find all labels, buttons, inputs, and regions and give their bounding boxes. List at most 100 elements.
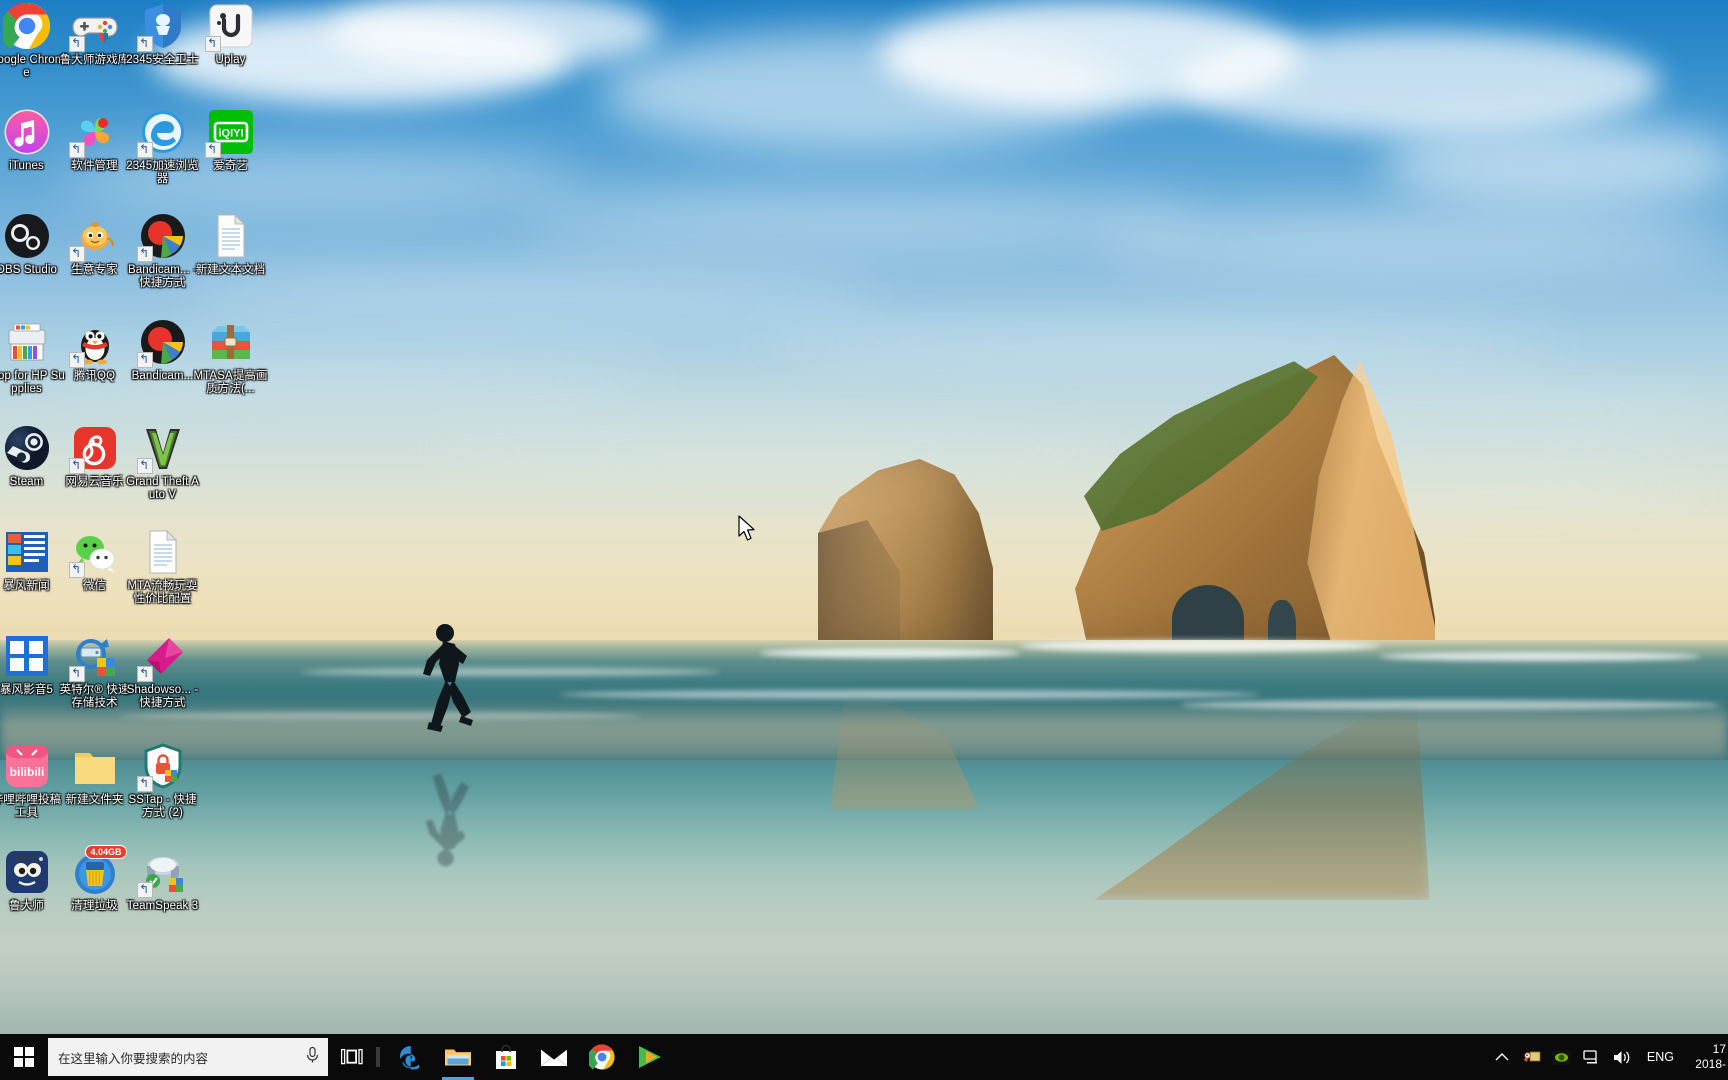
desktop-icon-label: 腾讯QQ (73, 370, 116, 382)
shadowsocks-icon (136, 632, 187, 682)
chrome-icon (589, 1044, 615, 1070)
desktop-icon[interactable]: 软件管理 (56, 108, 133, 173)
language-indicator[interactable]: ENG (1637, 1034, 1684, 1080)
desktop-icon-label: Uplay (215, 54, 246, 66)
task-view-button[interactable] (328, 1034, 376, 1080)
taskbar-file-explorer-button[interactable] (434, 1034, 482, 1080)
desktop-icon-label: 新建文本文档 (195, 264, 266, 276)
desktop-icon[interactable]: 英特尔® 快速存储技术 (56, 632, 133, 710)
desktop-icon-grid: Google Chrome 鲁大师游戏库 2345安全卫士 Uplay iTun… (0, 0, 300, 1020)
shortcut-overlay-icon (136, 142, 153, 158)
search-placeholder: 在这里输入你要搜索的内容 (58, 1051, 209, 1066)
desktop-icon[interactable]: 2345加速浏览器 (124, 108, 201, 186)
network-icon[interactable] (1577, 1034, 1607, 1080)
desktop-icon[interactable]: SSTap - 快捷方式 (2) (124, 742, 201, 820)
cloud (1380, 120, 1728, 205)
nvidia-icon[interactable] (1547, 1034, 1577, 1080)
taskbar-media-player-button[interactable] (626, 1034, 674, 1080)
wallpaper-runner (405, 620, 497, 742)
desktop-icon[interactable]: MTA流畅玩耍性价比配置 (124, 528, 201, 606)
taskbar-mail-button[interactable] (530, 1034, 578, 1080)
desktop-icon-label: 英特尔® 快速存储技术 (59, 684, 130, 709)
shortcut-overlay-icon (136, 666, 153, 682)
desktop-icon-label: 新建文件夹 (65, 794, 124, 806)
desktop-icon-label: Bandicam... - 快捷方式 (127, 264, 198, 289)
desktop-icon-label: Shadowso... - 快捷方式 (126, 684, 199, 709)
sstap-icon (136, 742, 187, 792)
volume-icon[interactable] (1607, 1034, 1637, 1080)
desktop-icon-label: 软件管理 (71, 160, 118, 172)
desktop-icon[interactable]: iQIYI 爱奇艺 (192, 108, 269, 173)
wechat-icon (68, 528, 119, 578)
bilibili-icon: bilibili (3, 742, 51, 790)
desktop-icon-label: 鲁大师游戏库 (59, 54, 130, 66)
shortcut-overlay-icon (136, 352, 153, 368)
desktop-icon-label: Grand Theft Auto V (126, 476, 199, 501)
desktop-icon-label: TeamSpeak 3 (126, 900, 199, 912)
clock-date: 2018- (1695, 1057, 1726, 1071)
desktop-icon[interactable]: Grand Theft Auto V (124, 424, 201, 502)
desktop-icon[interactable]: MTASA提高画质方法(... (192, 318, 269, 396)
desktop-icon[interactable]: TeamSpeak 3 (124, 848, 201, 913)
textfile-icon (139, 528, 187, 576)
steam-icon (3, 424, 51, 472)
shortcut-overlay-icon (136, 776, 153, 792)
desktop-icon-label: 生意专家 (71, 264, 118, 276)
edge-blue-icon (136, 108, 187, 158)
taskbar-edge-button[interactable] (386, 1034, 434, 1080)
desktop-icon-label: 2345安全卫士 (126, 54, 199, 66)
cloud (760, 320, 1560, 365)
show-hidden-icons-button[interactable] (1487, 1034, 1517, 1080)
surf-line (1020, 640, 1380, 652)
cloud (420, 430, 1120, 465)
surf-line (300, 668, 720, 676)
cleaner-icon: 4.04GB (71, 845, 127, 896)
desktop-icon[interactable]: Bandicam... - 快捷方式 (124, 212, 201, 290)
taskbar-chrome-button[interactable] (578, 1034, 626, 1080)
desktop-icon[interactable]: 新建文件夹 (56, 742, 133, 807)
system-tray: ENG 17 2018- (1487, 1034, 1728, 1080)
microphone-icon[interactable] (305, 1046, 320, 1069)
surf-line (760, 648, 1020, 658)
hp-printer-icon (3, 318, 51, 366)
shortcut-overlay-icon (68, 142, 85, 158)
baofeng-news-icon (3, 528, 51, 576)
desktop-icon[interactable]: 腾讯QQ (56, 318, 133, 383)
uplay-icon (204, 2, 255, 52)
desktop-icon[interactable]: 微信 (56, 528, 133, 593)
netease-music-icon (68, 424, 119, 474)
media-player-play-icon (639, 1046, 661, 1068)
desktop-icon[interactable]: Bandicam... (124, 318, 201, 383)
iqiyi-icon: iQIYI (204, 108, 255, 158)
clock-time: 17 (1712, 1042, 1726, 1056)
file-explorer-icon (445, 1049, 471, 1066)
shortcut-overlay-icon (68, 562, 85, 578)
desktop-icon[interactable]: Uplay (192, 2, 269, 67)
windows-logo-icon (14, 1047, 34, 1067)
svg-text:iQIYI: iQIYI (218, 128, 243, 140)
desktop-icon[interactable]: 网易云音乐 (56, 424, 133, 489)
cloud (1100, 210, 1720, 270)
desktop-icon-label: Bandicam... (131, 370, 194, 382)
clock[interactable]: 17 2018- (1684, 1042, 1728, 1072)
desktop-icon[interactable]: 2345安全卫士 (124, 2, 201, 67)
desktop-icon[interactable]: Shadowso... - 快捷方式 (124, 632, 201, 710)
taskbar-search-box[interactable]: 在这里输入你要搜索的内容 (48, 1038, 328, 1076)
start-button[interactable] (0, 1034, 48, 1080)
shortcut-overlay-icon (136, 458, 153, 474)
obs-icon (3, 212, 51, 260)
store-bag-icon (496, 1044, 516, 1069)
qq-tray-icon[interactable] (1517, 1034, 1547, 1080)
shortcut-overlay-icon (68, 36, 85, 52)
desktop-icon[interactable]: 生意专家 (56, 212, 133, 277)
desktop-icon[interactable]: 新建文本文档 (192, 212, 269, 277)
icon-size-badge: 4.04GB (85, 845, 127, 859)
bandicam-icon (136, 318, 187, 368)
pinwheel-icon (68, 108, 119, 158)
desktop-icon[interactable]: 鲁大师游戏库 (56, 2, 133, 67)
baofeng-player-icon (3, 632, 51, 680)
taskbar-microsoft-store-button[interactable] (482, 1034, 530, 1080)
desktop-icon[interactable]: 4.04GB 清理垃圾 (56, 845, 133, 913)
surf-line (1380, 652, 1700, 661)
gamepad-icon (68, 2, 119, 52)
